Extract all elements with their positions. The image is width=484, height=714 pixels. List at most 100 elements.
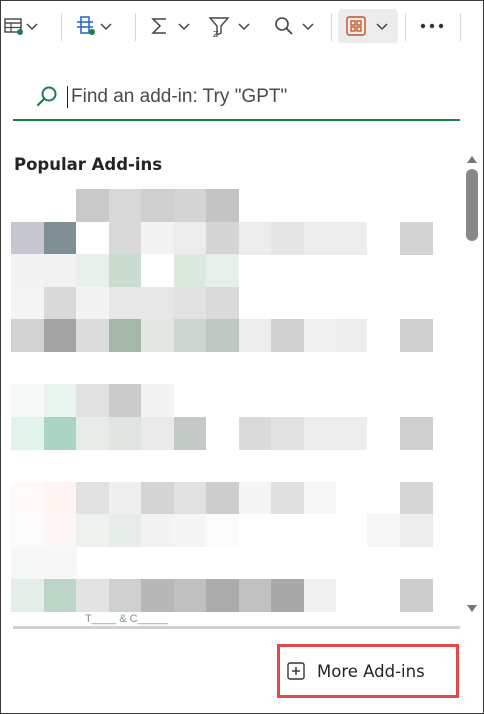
obscured-list-pixel xyxy=(303,514,337,547)
obscured-list-pixel xyxy=(367,481,400,515)
obscured-list-pixel xyxy=(271,221,304,255)
obscured-list-pixel xyxy=(336,481,369,515)
obscured-list-pixel xyxy=(173,579,207,612)
obscured-list-pixel xyxy=(271,481,304,515)
obscured-list-pixel xyxy=(76,481,109,515)
chevron-down-icon xyxy=(177,19,191,33)
obscured-list-pixel xyxy=(108,514,142,547)
search-input[interactable] xyxy=(71,83,451,111)
chevron-down-icon xyxy=(237,19,251,33)
obscured-list-pixel xyxy=(43,481,77,515)
obscured-list-pixel xyxy=(108,189,142,222)
obscured-list-pixel xyxy=(173,189,207,222)
obscured-list-pixel xyxy=(76,579,109,612)
obscured-list-pixel xyxy=(11,384,44,417)
obscured-list-pixel xyxy=(76,514,109,547)
obscured-list-pixel xyxy=(238,416,272,450)
insert-table-button[interactable] xyxy=(3,9,39,43)
obscured-list-pixel xyxy=(238,481,272,515)
find-select-icon xyxy=(273,15,295,37)
obscured-list-pixel xyxy=(141,254,174,287)
obscured-list-pixel xyxy=(141,319,174,352)
more-options-icon xyxy=(419,22,445,30)
obscured-list-pixel xyxy=(238,319,272,352)
obscured-list-pixel xyxy=(43,254,77,287)
obscured-list-pixel xyxy=(108,221,142,255)
obscured-list-pixel xyxy=(173,286,207,320)
obscured-list-pixel xyxy=(173,254,207,287)
obscured-list-pixel xyxy=(400,579,433,612)
obscured-list-pixel xyxy=(43,286,77,320)
obscured-list-pixel xyxy=(336,319,369,352)
obscured-list-pixel xyxy=(206,481,239,515)
more-add-ins-label: More Add-ins xyxy=(317,661,425,681)
obscured-list-pixel xyxy=(367,319,400,352)
scroll-up-arrow-icon[interactable] xyxy=(466,149,478,168)
obscured-list-pixel xyxy=(11,416,44,450)
obscured-list-pixel xyxy=(141,481,174,515)
add-ins-button[interactable] xyxy=(338,9,398,43)
obscured-list-pixel xyxy=(108,481,142,515)
toolbar-divider xyxy=(331,13,332,41)
add-in-search-box[interactable] xyxy=(13,77,460,121)
obscured-list-pixel xyxy=(141,221,174,255)
chevron-down-icon xyxy=(99,19,113,33)
obscured-list-pixel xyxy=(11,189,44,222)
obscured-list-pixel xyxy=(173,481,207,515)
more-options-button[interactable] xyxy=(415,9,449,43)
obscured-list-pixel xyxy=(303,319,337,352)
obscured-list-pixel xyxy=(141,286,174,320)
obscured-list-pixel xyxy=(367,514,400,547)
autosum-button[interactable] xyxy=(149,9,191,43)
toolbar-divider xyxy=(405,13,406,41)
obscured-list-pixel xyxy=(43,546,77,580)
add-square-icon xyxy=(286,661,306,681)
obscured-list-pixel xyxy=(108,319,142,352)
obscured-list-pixel xyxy=(206,319,239,352)
more-add-ins-button[interactable]: More Add-ins xyxy=(286,652,449,690)
obscured-list-pixel xyxy=(76,254,109,287)
toolbar-divider xyxy=(135,13,136,41)
obscured-list-pixel xyxy=(108,384,142,417)
sort-filter-icon: Z xyxy=(207,14,231,38)
obscured-list-pixel xyxy=(303,579,337,612)
obscured-list-pixel xyxy=(206,221,239,255)
obscured-list-pixel xyxy=(11,286,44,320)
sort-filter-button[interactable]: Z xyxy=(207,9,251,43)
obscured-list-pixel xyxy=(206,514,239,547)
obscured-list-pixel xyxy=(76,189,109,222)
obscured-list-pixel xyxy=(76,416,109,450)
obscured-list-pixel xyxy=(400,416,433,450)
obscured-list-pixel xyxy=(173,319,207,352)
obscured-list-pixel xyxy=(43,514,77,547)
toolbar-divider xyxy=(61,13,62,41)
obscured-list-pixel xyxy=(271,579,304,612)
obscured-list-pixel xyxy=(141,579,174,612)
obscured-list-pixel xyxy=(108,579,142,612)
obscured-list-pixel xyxy=(336,221,369,255)
obscured-list-pixel xyxy=(76,286,109,320)
obscured-list-pixel xyxy=(238,221,272,255)
find-select-button[interactable] xyxy=(273,9,315,43)
chevron-down-icon xyxy=(301,19,315,33)
obscured-list-pixel xyxy=(238,579,272,612)
svg-text:Z: Z xyxy=(213,30,219,38)
obscured-list-pixel xyxy=(303,416,337,450)
truncated-list-item: T____ & C_____ xyxy=(85,613,169,625)
obscured-list-pixel xyxy=(76,221,109,255)
obscured-list-pixel xyxy=(11,221,44,255)
list-footer-divider xyxy=(13,626,460,629)
ribbon-toolbar: Z xyxy=(1,1,483,53)
scroll-down-arrow-icon[interactable] xyxy=(466,599,478,618)
toolbar-divider xyxy=(460,13,461,41)
obscured-list-pixel xyxy=(141,384,174,417)
obscured-list-pixel xyxy=(43,189,77,222)
obscured-list-pixel xyxy=(173,514,207,547)
obscured-list-pixel xyxy=(43,579,77,612)
obscured-list-pixel xyxy=(11,579,44,612)
format-table-button[interactable] xyxy=(75,9,113,43)
obscured-list-pixel xyxy=(141,514,174,547)
obscured-list-pixel xyxy=(108,286,142,320)
scrollbar-thumb[interactable] xyxy=(466,169,478,241)
obscured-list-pixel xyxy=(400,319,433,352)
